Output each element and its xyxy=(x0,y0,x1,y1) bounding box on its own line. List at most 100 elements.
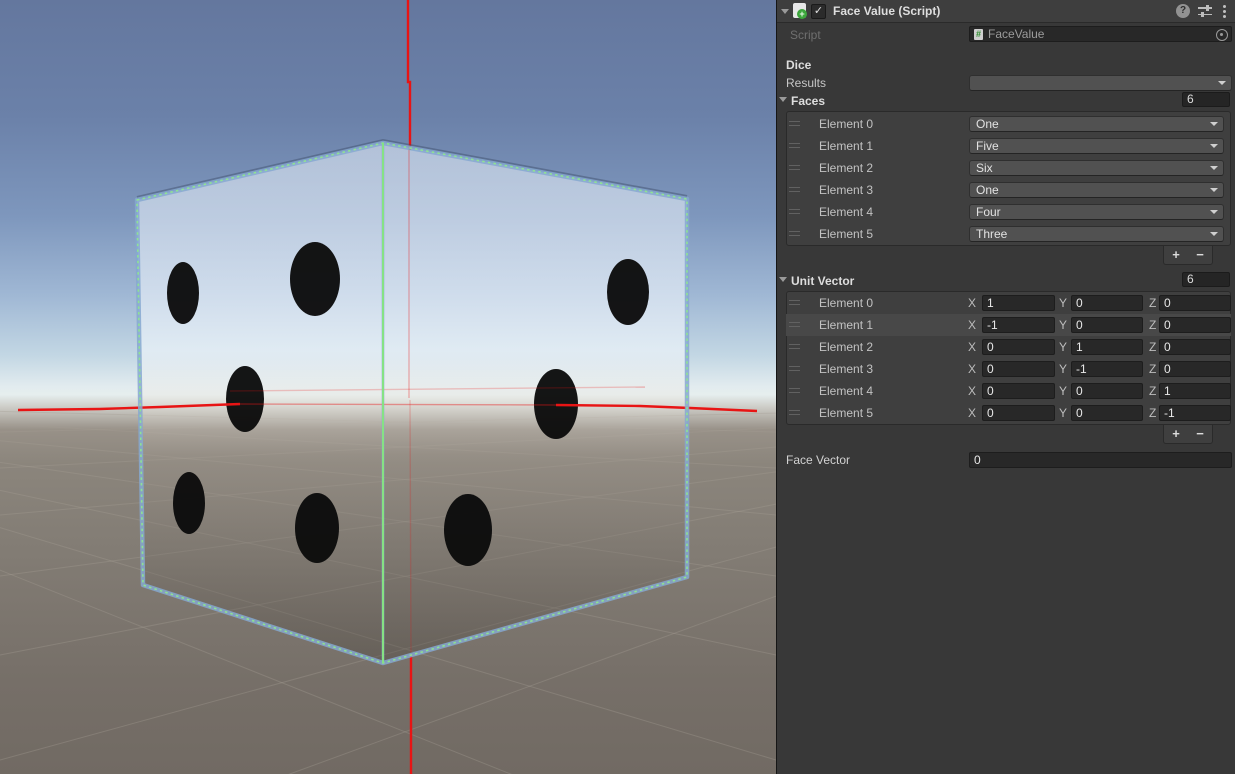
y-axis-label: Y xyxy=(1059,317,1067,333)
drag-handle-icon[interactable] xyxy=(789,388,800,393)
dropdown-value: Three xyxy=(976,227,1007,241)
z-value-field[interactable]: 0 xyxy=(1159,339,1231,355)
x-value-field[interactable]: 0 xyxy=(982,405,1055,421)
x-axis-label: X xyxy=(968,317,976,333)
faces-row-4: Element 4 Four xyxy=(786,201,1231,223)
element-label: Element 1 xyxy=(819,317,873,333)
z-value-field[interactable]: 0 xyxy=(1159,317,1231,333)
chevron-down-icon xyxy=(1210,232,1218,236)
faces-row-5: Element 5 Three xyxy=(786,223,1231,245)
face-value-dropdown[interactable]: Six xyxy=(969,160,1224,176)
element-label: Element 5 xyxy=(819,226,873,242)
face-value-dropdown[interactable]: Five xyxy=(969,138,1224,154)
faces-list-footer: + − xyxy=(1163,246,1213,265)
unit-vector-row-5: Element 5 X 0 Y 0 Z -1 xyxy=(786,402,1231,424)
object-picker-icon[interactable] xyxy=(1216,29,1228,41)
unit-vector-foldout-icon[interactable] xyxy=(779,277,787,282)
element-label: Element 0 xyxy=(819,116,873,132)
element-label: Element 4 xyxy=(819,383,873,399)
y-value-field[interactable]: 0 xyxy=(1071,383,1143,399)
unit-vector-count-field[interactable]: 6 xyxy=(1182,272,1230,287)
presets-icon[interactable] xyxy=(1198,5,1212,17)
chevron-down-icon xyxy=(1210,166,1218,170)
chevron-down-icon xyxy=(1210,188,1218,192)
drag-handle-icon[interactable] xyxy=(789,187,800,192)
component-title: Face Value (Script) xyxy=(833,4,940,18)
chevron-down-icon xyxy=(1210,210,1218,214)
script-object-field[interactable]: # FaceValue xyxy=(969,26,1232,42)
script-value: FaceValue xyxy=(988,27,1044,41)
drag-handle-icon[interactable] xyxy=(789,209,800,214)
z-axis-label: Z xyxy=(1149,383,1156,399)
y-axis-label: Y xyxy=(1059,295,1067,311)
results-dropdown[interactable] xyxy=(969,75,1232,91)
unit-vector-row-2: Element 2 X 0 Y 1 Z 0 xyxy=(786,336,1231,358)
foldout-arrow-icon[interactable] xyxy=(781,9,789,14)
drag-handle-icon[interactable] xyxy=(789,366,800,371)
face-value-dropdown[interactable]: One xyxy=(969,116,1224,132)
x-value-field[interactable]: 0 xyxy=(982,339,1055,355)
csharp-script-icon: # xyxy=(974,29,983,40)
drag-handle-icon[interactable] xyxy=(789,165,800,170)
z-axis-label: Z xyxy=(1149,339,1156,355)
y-axis-label: Y xyxy=(1059,405,1067,421)
component-header[interactable]: + ✓ Face Value (Script) ? xyxy=(777,0,1235,23)
chevron-down-icon xyxy=(1210,122,1218,126)
y-value-field[interactable]: 0 xyxy=(1071,295,1143,311)
y-value-field[interactable]: -1 xyxy=(1071,361,1143,377)
add-element-button[interactable]: + xyxy=(1164,246,1188,264)
z-axis-label: Z xyxy=(1149,361,1156,377)
element-label: Element 0 xyxy=(819,295,873,311)
element-label: Element 3 xyxy=(819,361,873,377)
faces-count-field[interactable]: 6 xyxy=(1182,92,1230,107)
drag-handle-icon[interactable] xyxy=(789,344,800,349)
drag-handle-icon[interactable] xyxy=(789,300,800,305)
x-axis-label: X xyxy=(968,361,976,377)
scene-canvas[interactable] xyxy=(0,0,776,774)
unit-vector-row-4: Element 4 X 0 Y 0 Z 1 xyxy=(786,380,1231,402)
remove-element-button[interactable]: − xyxy=(1188,425,1212,443)
unit-vector-row-1: Element 1 X -1 Y 0 Z 0 xyxy=(786,314,1231,336)
face-vector-field[interactable]: 0 xyxy=(969,452,1232,468)
x-value-field[interactable]: -1 xyxy=(982,317,1055,333)
z-axis-label: Z xyxy=(1149,405,1156,421)
script-asset-icon: + xyxy=(793,3,806,18)
x-axis-label: X xyxy=(968,295,976,311)
y-value-field[interactable]: 0 xyxy=(1071,405,1143,421)
element-label: Element 4 xyxy=(819,204,873,220)
z-value-field[interactable]: -1 xyxy=(1159,405,1231,421)
face-value-dropdown[interactable]: Four xyxy=(969,204,1224,220)
drag-handle-icon[interactable] xyxy=(789,231,800,236)
drag-handle-icon[interactable] xyxy=(789,322,800,327)
y-value-field[interactable]: 0 xyxy=(1071,317,1143,333)
faces-row-3: Element 3 One xyxy=(786,179,1231,201)
x-axis-label: X xyxy=(968,383,976,399)
x-value-field[interactable]: 0 xyxy=(982,383,1055,399)
drag-handle-icon[interactable] xyxy=(789,143,800,148)
help-icon[interactable]: ? xyxy=(1176,4,1190,18)
scene-view[interactable] xyxy=(0,0,776,774)
y-value-field[interactable]: 1 xyxy=(1071,339,1143,355)
x-value-field[interactable]: 1 xyxy=(982,295,1055,311)
drag-handle-icon[interactable] xyxy=(789,121,800,126)
element-label: Element 5 xyxy=(819,405,873,421)
component-enabled-checkbox[interactable]: ✓ xyxy=(811,4,826,19)
z-value-field[interactable]: 0 xyxy=(1159,361,1231,377)
x-axis-label: X xyxy=(968,339,976,355)
drag-handle-icon[interactable] xyxy=(789,410,800,415)
add-element-button[interactable]: + xyxy=(1164,425,1188,443)
remove-element-button[interactable]: − xyxy=(1188,246,1212,264)
unity-editor-window: + ✓ Face Value (Script) ? Script # FaceV… xyxy=(0,0,1235,774)
faces-foldout-icon[interactable] xyxy=(779,97,787,102)
z-value-field[interactable]: 1 xyxy=(1159,383,1231,399)
faces-row-2: Element 2 Six xyxy=(786,157,1231,179)
face-value-dropdown[interactable]: One xyxy=(969,182,1224,198)
x-value-field[interactable]: 0 xyxy=(982,361,1055,377)
dice-cube-faces[interactable] xyxy=(137,143,687,663)
element-label: Element 2 xyxy=(819,160,873,176)
face-value-dropdown[interactable]: Three xyxy=(969,226,1224,242)
kebab-menu-icon[interactable] xyxy=(1222,5,1226,18)
script-label: Script xyxy=(790,27,821,43)
script-badge-plus-icon: + xyxy=(797,9,807,19)
z-value-field[interactable]: 0 xyxy=(1159,295,1231,311)
